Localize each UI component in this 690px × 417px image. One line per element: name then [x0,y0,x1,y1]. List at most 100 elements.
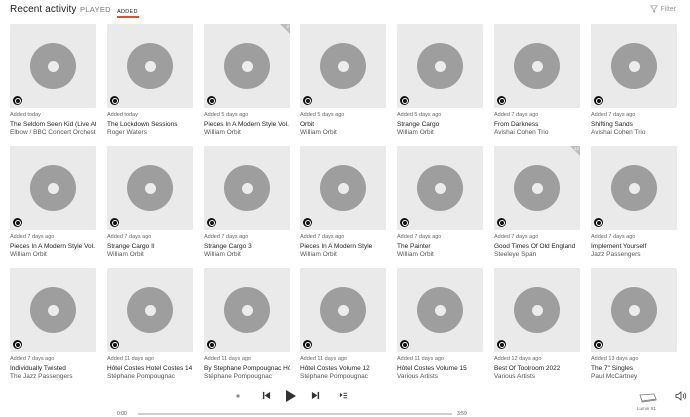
progress-bar[interactable] [138,413,452,415]
album-artist[interactable]: William Orbit [107,251,193,258]
album-card[interactable]: Added 7 days ago The Painter William Orbit [397,146,483,258]
album-title[interactable]: Pieces In A Modern Style Vol. [204,121,290,128]
album-card[interactable]: Added 7 days ago Individually Twisted The … [10,268,96,380]
album-artist[interactable]: The Jazz Passengers [10,373,96,380]
album-card[interactable]: 2 Added 5 days ago Pieces In A Modern Styl… [204,24,290,136]
tab-played[interactable]: PLAYED [80,5,111,14]
album-artist[interactable]: Stéphane Pompougnac [204,373,290,380]
album-art[interactable] [494,24,580,108]
album-card[interactable]: Added 7 days ago Pieces In A Modern Style… [10,146,96,258]
album-artist[interactable]: William Orbit [300,129,386,136]
album-card[interactable]: Added 7 days ago Implement Yourself Jazz P… [591,146,677,258]
album-card[interactable]: 12 Added 7 days ago Good Times Of Old Engl… [494,146,580,258]
album-card[interactable]: Added 7 days ago Pieces In A Modern Style… [300,146,386,258]
album-art[interactable] [204,146,290,230]
album-art[interactable] [397,146,483,230]
filter-label: Filter [660,5,676,13]
album-artist[interactable]: Various Artists [494,373,580,380]
album-title[interactable]: Strange Cargo [397,121,483,128]
album-title[interactable]: Strange Cargo 3 [204,243,290,250]
album-title[interactable]: Good Times Of Old England [494,243,580,250]
album-artist[interactable]: Jazz Passengers [591,251,677,258]
album-title[interactable]: Hôtel Costes Volume 12 [300,365,386,372]
album-artist[interactable]: Stéphane Pompougnac [300,373,386,380]
album-title[interactable]: Orbit [300,121,386,128]
album-art[interactable] [494,268,580,352]
album-art[interactable] [10,268,96,352]
album-art[interactable] [397,24,483,108]
filter-button[interactable]: Filter [650,5,676,13]
album-artist[interactable]: Roger Waters [107,129,193,136]
album-artist[interactable]: William Orbit [10,251,96,258]
added-date: Added 11 days ago [204,356,251,362]
album-title[interactable]: Hôtel Costes Volume 15 [397,365,483,372]
album-artist[interactable]: William Orbit [204,129,290,136]
previous-button[interactable] [262,391,271,400]
album-card[interactable]: Added 12 days ago Best Of Toolroom 2022 Va… [494,268,580,380]
album-artist[interactable]: Various Artists [397,373,483,380]
play-button[interactable] [285,389,297,403]
album-title[interactable]: The Painter [397,243,483,250]
album-title[interactable]: The Seldom Seen Kid (Live At [10,121,96,128]
album-title[interactable]: The 7" Singles [591,365,677,372]
album-artist[interactable]: Steeleye Span [494,251,580,258]
album-art[interactable] [300,146,386,230]
album-title[interactable]: Strange Cargo II [107,243,193,250]
album-card[interactable]: Added 5 days ago Strange Cargo William Orb… [397,24,483,136]
album-card[interactable]: Added 11 days ago Hôtel Costes Hotel Cost… [107,268,193,380]
volume-button[interactable] [675,391,687,401]
album-art[interactable] [591,24,677,108]
album-title[interactable]: By Stephane Pompougnac Hô [204,365,290,372]
album-card[interactable]: Added today The Lockdown Sessions Roger Wa… [107,24,193,136]
album-artist[interactable]: Stéphane Pompougnac [107,373,193,380]
album-card[interactable]: Added 13 days ago The 7" Singles Paul McCa… [591,268,677,380]
album-title[interactable]: Shifting Sands [591,121,677,128]
album-card[interactable]: Added 7 days ago Strange Cargo II William … [107,146,193,258]
album-card[interactable]: Added 7 days ago From Darkness Avishai Coh… [494,24,580,136]
added-date: Added 7 days ago [591,234,636,240]
album-art[interactable] [591,146,677,230]
album-art[interactable]: 2 [204,24,290,108]
album-artist[interactable]: William Orbit [300,251,386,258]
album-art[interactable] [107,146,193,230]
album-title[interactable]: From Darkness [494,121,580,128]
album-title[interactable]: Best Of Toolroom 2022 [494,365,580,372]
album-card[interactable]: Added 11 days ago Hôtel Costes Volume 15 V… [397,268,483,380]
album-card[interactable]: Added today The Seldom Seen Kid (Live At E… [10,24,96,136]
album-art[interactable] [591,268,677,352]
album-art[interactable]: 12 [494,146,580,230]
album-art[interactable] [107,268,193,352]
queue-button[interactable] [339,391,348,400]
album-art[interactable] [10,24,96,108]
album-artist[interactable]: William Orbit [204,251,290,258]
added-date: Added 11 days ago [300,356,347,362]
album-artist[interactable]: Avishai Cohen Trio [591,129,677,136]
album-card[interactable]: Added 5 days ago Orbit William Orbit [300,24,386,136]
zone-button[interactable] [638,392,658,404]
album-card[interactable]: Added 11 days ago Hôtel Costes Volume 12 S… [300,268,386,380]
album-artist[interactable]: William Orbit [397,129,483,136]
album-title[interactable]: Hôtel Costes Hotel Costes 14 [107,365,193,372]
album-artist[interactable]: Avishai Cohen Trio [494,129,580,136]
disc-placeholder-icon [30,165,76,211]
next-button[interactable] [311,391,320,400]
album-title[interactable]: Pieces In A Modern Style [300,243,386,250]
album-title[interactable]: The Lockdown Sessions [107,121,193,128]
album-artist[interactable]: Paul McCartney [591,373,677,380]
album-card[interactable]: Added 7 days ago Shifting Sands Avishai Co… [591,24,677,136]
album-card[interactable]: Added 11 days ago By Stephane Pompougnac … [204,268,290,380]
album-art[interactable] [107,24,193,108]
album-art[interactable] [300,24,386,108]
album-art[interactable] [204,268,290,352]
album-card[interactable]: Added 7 days ago Strange Cargo 3 William O… [204,146,290,258]
album-art[interactable] [397,268,483,352]
tab-added[interactable]: ADDED [117,9,138,15]
album-art[interactable] [300,268,386,352]
album-artist[interactable]: Elbow / BBC Concert Orchestr [10,129,96,136]
album-artist[interactable]: William Orbit [397,251,483,258]
album-title[interactable]: Individually Twisted [10,365,96,372]
header: Recent activity PLAYED ADDED Filter [0,0,690,22]
album-title[interactable]: Pieces In A Modern Style Vol. [10,243,96,250]
album-art[interactable] [10,146,96,230]
album-title[interactable]: Implement Yourself [591,243,677,250]
